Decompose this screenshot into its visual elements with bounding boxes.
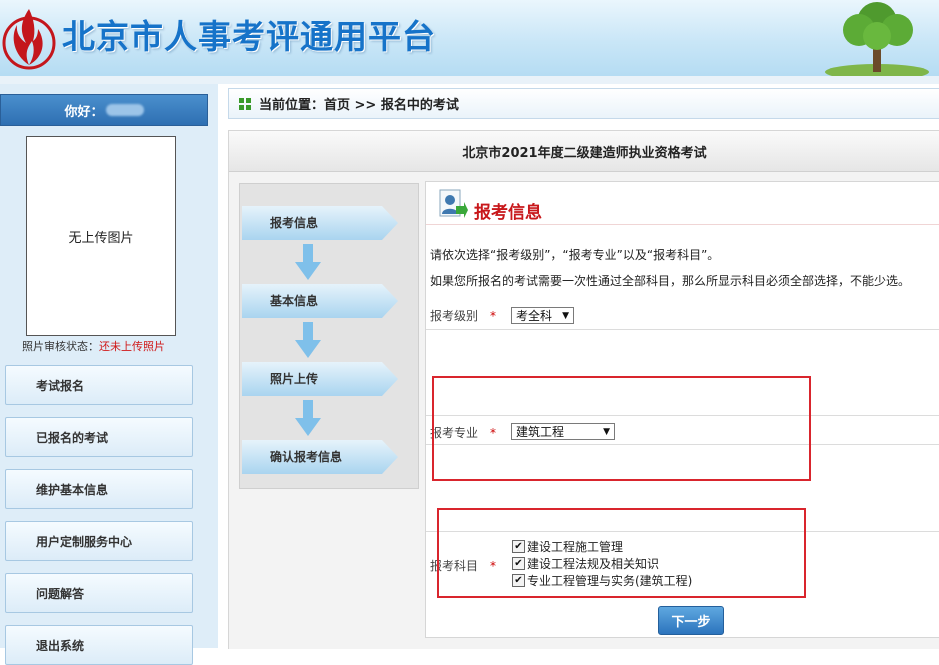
dropdown-arrow-icon: ▼ <box>562 310 569 321</box>
header-divider <box>0 76 939 84</box>
step-banner-icon <box>242 284 398 318</box>
user-edit-icon <box>439 189 468 218</box>
step-2: 基本信息 <box>242 284 398 318</box>
greeting-text: 你好： <box>64 104 104 120</box>
nav-logout[interactable]: 退出系统 <box>5 625 193 665</box>
photo-placeholder-text: 无上传图片 <box>68 230 134 246</box>
step-4: 确认报考信息 <box>242 440 398 474</box>
step-label: 照片上传 <box>270 372 319 386</box>
arrow-down-icon <box>295 322 321 358</box>
photo-status-value: 还未上传照片 <box>99 340 165 353</box>
photo-status: 照片审核状态：还未上传照片 <box>22 338 165 354</box>
level-field-label: 报考级别 * <box>430 307 496 324</box>
nav-maintain-info[interactable]: 维护基本信息 <box>5 469 193 509</box>
step-list: 报考信息 基本信息 照片上传 确认报考信息 <box>239 183 419 489</box>
step-3: 照片上传 <box>242 362 398 396</box>
exam-title: 北京市2021年度二级建造师执业资格考试 <box>229 131 939 172</box>
arrow-down-icon <box>295 244 321 280</box>
nav-item-label: 用户定制服务中心 <box>36 534 133 549</box>
nav-item-label: 问题解答 <box>36 586 85 601</box>
instruction-1: 请依次选择“报考级别”，“报考专业”以及“报考科目”。 <box>430 248 720 262</box>
highlight-box-major <box>432 376 811 481</box>
breadcrumb: 当前位置：首页 >> 报名中的考试 <box>228 88 939 119</box>
grid-icon <box>239 97 251 110</box>
nav-registered-exams[interactable]: 已报名的考试 <box>5 417 193 457</box>
tree-icon <box>825 2 929 76</box>
breadcrumb-text: 当前位置：首页 >> 报名中的考试 <box>259 98 459 113</box>
next-step-button[interactable]: 下一步 <box>658 606 724 635</box>
step-label: 确认报考信息 <box>270 450 343 464</box>
instruction-2: 如果您所报名的考试需要一次性通过全部科目，那么所显示科目必须全部选择，不能少选。 <box>430 274 911 288</box>
nav-item-label: 退出系统 <box>36 638 85 653</box>
highlight-box-subjects <box>437 508 806 598</box>
step-label: 报考信息 <box>270 216 319 230</box>
flame-logo-icon <box>2 9 56 70</box>
level-select-value: 考全科 <box>516 309 553 323</box>
nav-item-label: 已报名的考试 <box>36 430 109 445</box>
nav-item-label: 维护基本信息 <box>36 482 109 497</box>
left-sidebar: 你好： 无上传图片 照片审核状态：还未上传照片 考试报名 已报名的考试 维护基本… <box>0 84 218 665</box>
step-label: 基本信息 <box>270 294 319 308</box>
site-header: 北京市人事考评通用平台 <box>0 0 939 76</box>
photo-box: 无上传图片 <box>26 136 176 336</box>
photo-status-label: 照片审核状态： <box>22 340 99 353</box>
level-select[interactable]: 考全科 ▼ <box>511 307 574 324</box>
section-divider <box>426 224 939 225</box>
site-title: 北京市人事考评通用平台 <box>62 17 436 56</box>
masked-username <box>105 104 144 116</box>
greeting-bar: 你好： <box>0 94 208 126</box>
required-mark: * <box>490 309 497 323</box>
nav-item-label: 考试报名 <box>36 378 85 393</box>
step-1: 报考信息 <box>242 206 398 240</box>
arrow-down-icon <box>295 400 321 436</box>
nav-exam-signup[interactable]: 考试报名 <box>5 365 193 405</box>
step-banner-icon <box>242 362 398 396</box>
level-label-text: 报考级别 <box>430 309 479 323</box>
nav-faq[interactable]: 问题解答 <box>5 573 193 613</box>
section-title: 报考信息 <box>474 203 542 223</box>
step-banner-icon <box>242 206 398 240</box>
nav-custom-service[interactable]: 用户定制服务中心 <box>5 521 193 561</box>
